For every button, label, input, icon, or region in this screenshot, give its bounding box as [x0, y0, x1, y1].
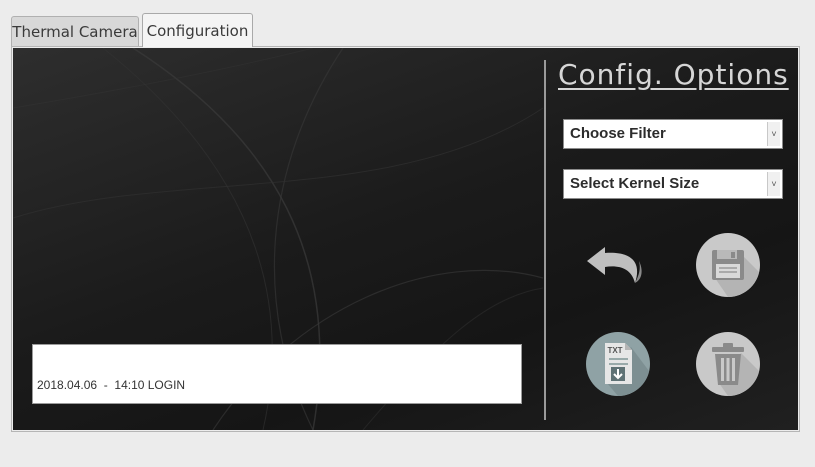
configuration-panel: 2018.04.06 - 14:10 LOGIN Config. Options…	[11, 46, 800, 432]
log-entry: 2018.04.06 - 14:10 LOGIN	[37, 378, 186, 392]
tab-configuration[interactable]: Configuration	[142, 13, 253, 47]
delete-button[interactable]	[695, 331, 761, 397]
trash-icon	[696, 332, 760, 396]
undo-icon	[587, 247, 642, 283]
dark-background: 2018.04.06 - 14:10 LOGIN Config. Options…	[13, 48, 798, 430]
tab-thermal-camera[interactable]: Thermal Camera	[11, 16, 139, 46]
kernel-select-value: Select Kernel Size	[570, 175, 700, 192]
filter-select-value: Choose Filter	[570, 125, 666, 142]
txt-label: TXT	[607, 346, 622, 355]
chevron-down-icon: ˅	[767, 122, 780, 146]
filter-select[interactable]: Choose Filter ˅	[563, 119, 783, 149]
undo-button[interactable]	[583, 231, 649, 297]
event-log: 2018.04.06 - 14:10 LOGIN	[32, 344, 522, 404]
vertical-divider	[544, 60, 546, 420]
config-options-title: Config. Options	[558, 58, 789, 91]
chevron-down-icon: ˅	[767, 172, 780, 196]
save-icon	[696, 233, 760, 297]
kernel-size-select[interactable]: Select Kernel Size ˅	[563, 169, 783, 199]
save-button[interactable]	[695, 232, 761, 298]
export-txt-icon: TXT	[586, 332, 650, 396]
export-txt-button[interactable]: TXT	[585, 331, 651, 397]
